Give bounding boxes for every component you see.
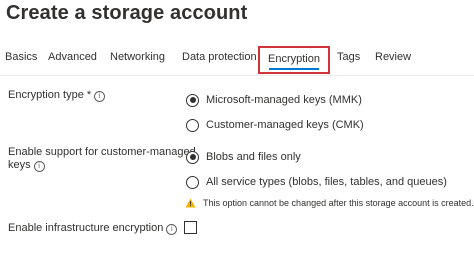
infrastructure-encryption-label: Enable infrastructure encryption i	[8, 222, 178, 235]
more-options-button[interactable]: ···	[208, 6, 223, 20]
cmk-support-label-line1: Enable support for customer-managed	[8, 146, 196, 158]
active-tab-indicator	[269, 68, 319, 70]
cmk-support-label-line2: keys	[8, 159, 31, 171]
radio-all-services-button[interactable]	[186, 175, 199, 189]
warning-triangle-icon	[185, 198, 196, 208]
tab-advanced[interactable]: Advanced	[48, 51, 97, 63]
encryption-type-label: Encryption type * i	[8, 89, 106, 102]
radio-mmk[interactable]: Microsoft-managed keys (MMK)	[186, 92, 362, 108]
tab-encryption-label: Encryption	[268, 53, 320, 65]
radio-mmk-label: Microsoft-managed keys (MMK)	[206, 94, 362, 106]
radio-mmk-button[interactable]	[186, 93, 199, 107]
radio-blobs-files[interactable]: Blobs and files only	[186, 149, 301, 165]
info-icon[interactable]: i	[166, 224, 178, 235]
radio-cmk[interactable]: Customer-managed keys (CMK)	[186, 117, 364, 133]
warning-text: This option cannot be changed after this…	[203, 198, 474, 208]
tabs-divider	[0, 75, 474, 76]
encryption-type-label-text: Encryption type *	[8, 89, 92, 101]
radio-blobs-files-button[interactable]	[186, 150, 199, 164]
info-icon[interactable]: i	[94, 91, 106, 102]
infrastructure-encryption-label-text: Enable infrastructure encryption	[8, 222, 164, 234]
tab-networking[interactable]: Networking	[110, 51, 165, 63]
tab-data-protection[interactable]: Data protection	[182, 51, 257, 63]
tab-review[interactable]: Review	[375, 51, 411, 63]
infrastructure-encryption-checkbox[interactable]	[184, 221, 197, 234]
radio-cmk-button[interactable]	[186, 118, 199, 132]
info-icon[interactable]: i	[33, 161, 45, 172]
radio-cmk-label: Customer-managed keys (CMK)	[206, 119, 364, 131]
radio-blobs-files-label: Blobs and files only	[206, 151, 301, 163]
warning-message: This option cannot be changed after this…	[185, 198, 474, 208]
radio-all-services-label: All service types (blobs, files, tables,…	[206, 176, 447, 188]
cmk-support-label-line2-wrap: keys i	[8, 159, 196, 172]
tab-encryption[interactable]: Encryption	[258, 46, 330, 74]
cmk-support-label: Enable support for customer-managed keys…	[8, 146, 196, 172]
tab-basics[interactable]: Basics	[5, 51, 37, 63]
radio-all-services[interactable]: All service types (blobs, files, tables,…	[186, 174, 447, 190]
tab-tags[interactable]: Tags	[337, 51, 360, 63]
